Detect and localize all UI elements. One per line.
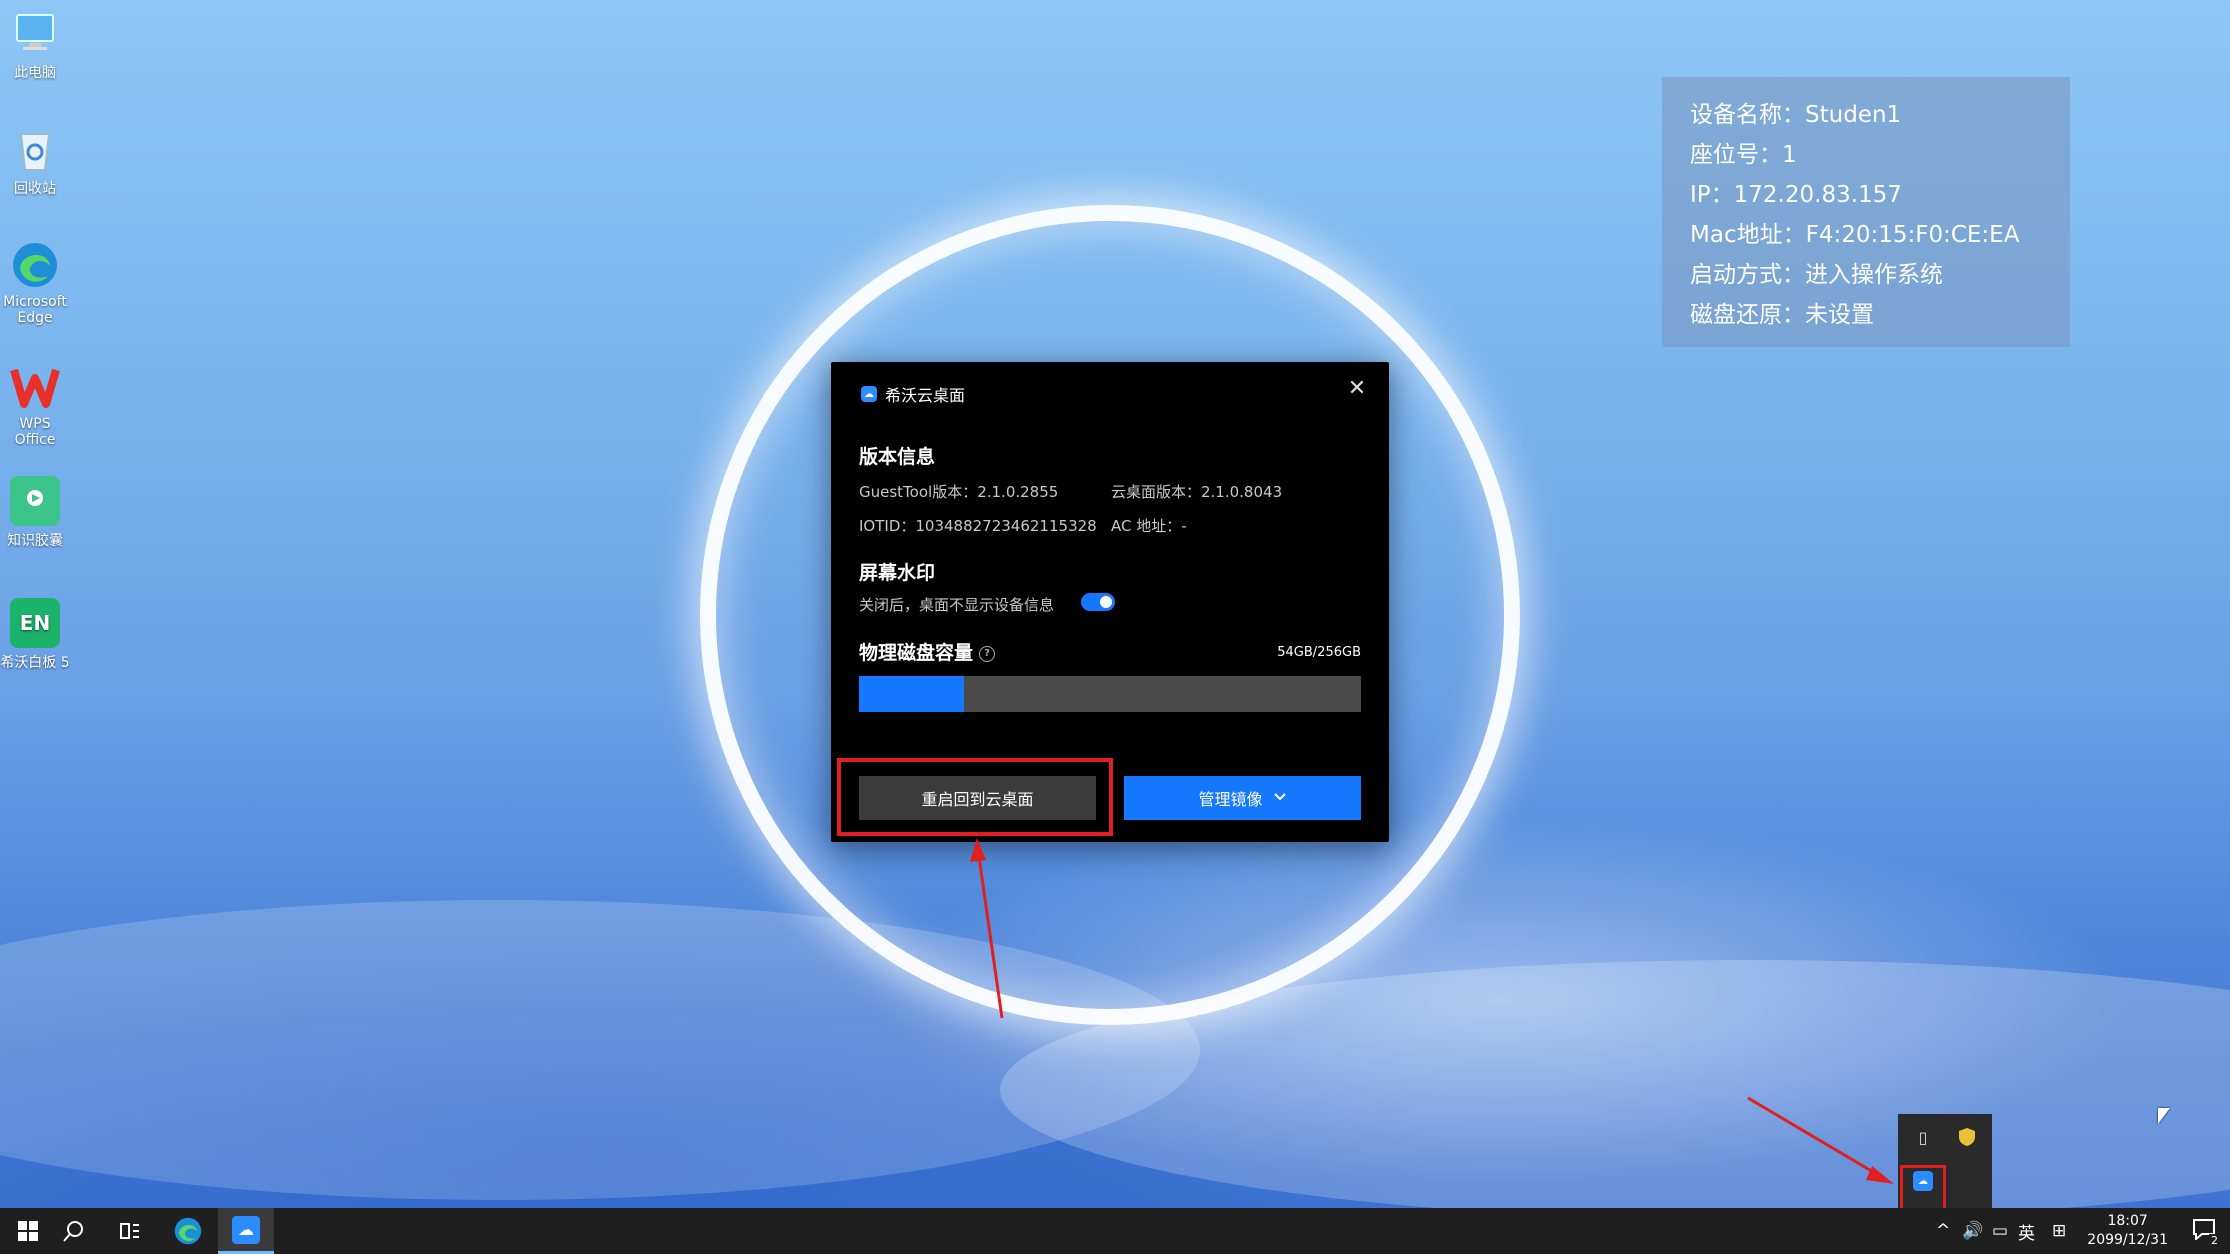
notification-icon: 2: [2192, 1218, 2220, 1247]
search-icon: [63, 1221, 83, 1242]
clock-time: 18:07: [2107, 1213, 2148, 1229]
windows-icon: [18, 1221, 38, 1241]
cloud-desktop-icon: ☁: [232, 1215, 260, 1244]
desktop: 此电脑 回收站 Microsoft Edge WPS Office 知识胶囊 E…: [0, 0, 2230, 1254]
ime-mode-icon[interactable]: ⊞: [2052, 1208, 2066, 1254]
notification-center-button[interactable]: 2: [2192, 1208, 2220, 1254]
chevron-up-icon: ^: [1936, 1221, 1951, 1241]
volume-icon[interactable]: 🔊: [1962, 1208, 1983, 1254]
notification-count: 2: [2209, 1233, 2220, 1247]
clock-date: 2099/12/31: [2087, 1232, 2168, 1248]
taskbar: ☁ ^ 🔊 ▭ 英 ⊞ 18:07 2099/12/31 2: [0, 1208, 2230, 1254]
task-view-icon: [120, 1223, 139, 1239]
task-view-button[interactable]: [102, 1208, 158, 1254]
usb-icon[interactable]: ▯: [1910, 1124, 1936, 1150]
taskbar-cloud-desktop[interactable]: ☁: [218, 1208, 274, 1254]
mouse-cursor: [2158, 1108, 2170, 1124]
edge-icon: [174, 1217, 202, 1245]
search-button[interactable]: [46, 1208, 102, 1254]
highlight-tray-icon: [1900, 1165, 1946, 1211]
clock[interactable]: 18:07 2099/12/31: [2087, 1212, 2168, 1250]
ime-indicator[interactable]: 英: [2018, 1208, 2035, 1254]
taskbar-edge[interactable]: [160, 1208, 216, 1254]
show-hidden-icons-button[interactable]: ^: [1936, 1208, 1950, 1254]
network-icon[interactable]: ▭: [1992, 1208, 2008, 1254]
security-shield-icon[interactable]: [1954, 1124, 1980, 1150]
annotation-arrows: [970, 838, 1894, 1184]
